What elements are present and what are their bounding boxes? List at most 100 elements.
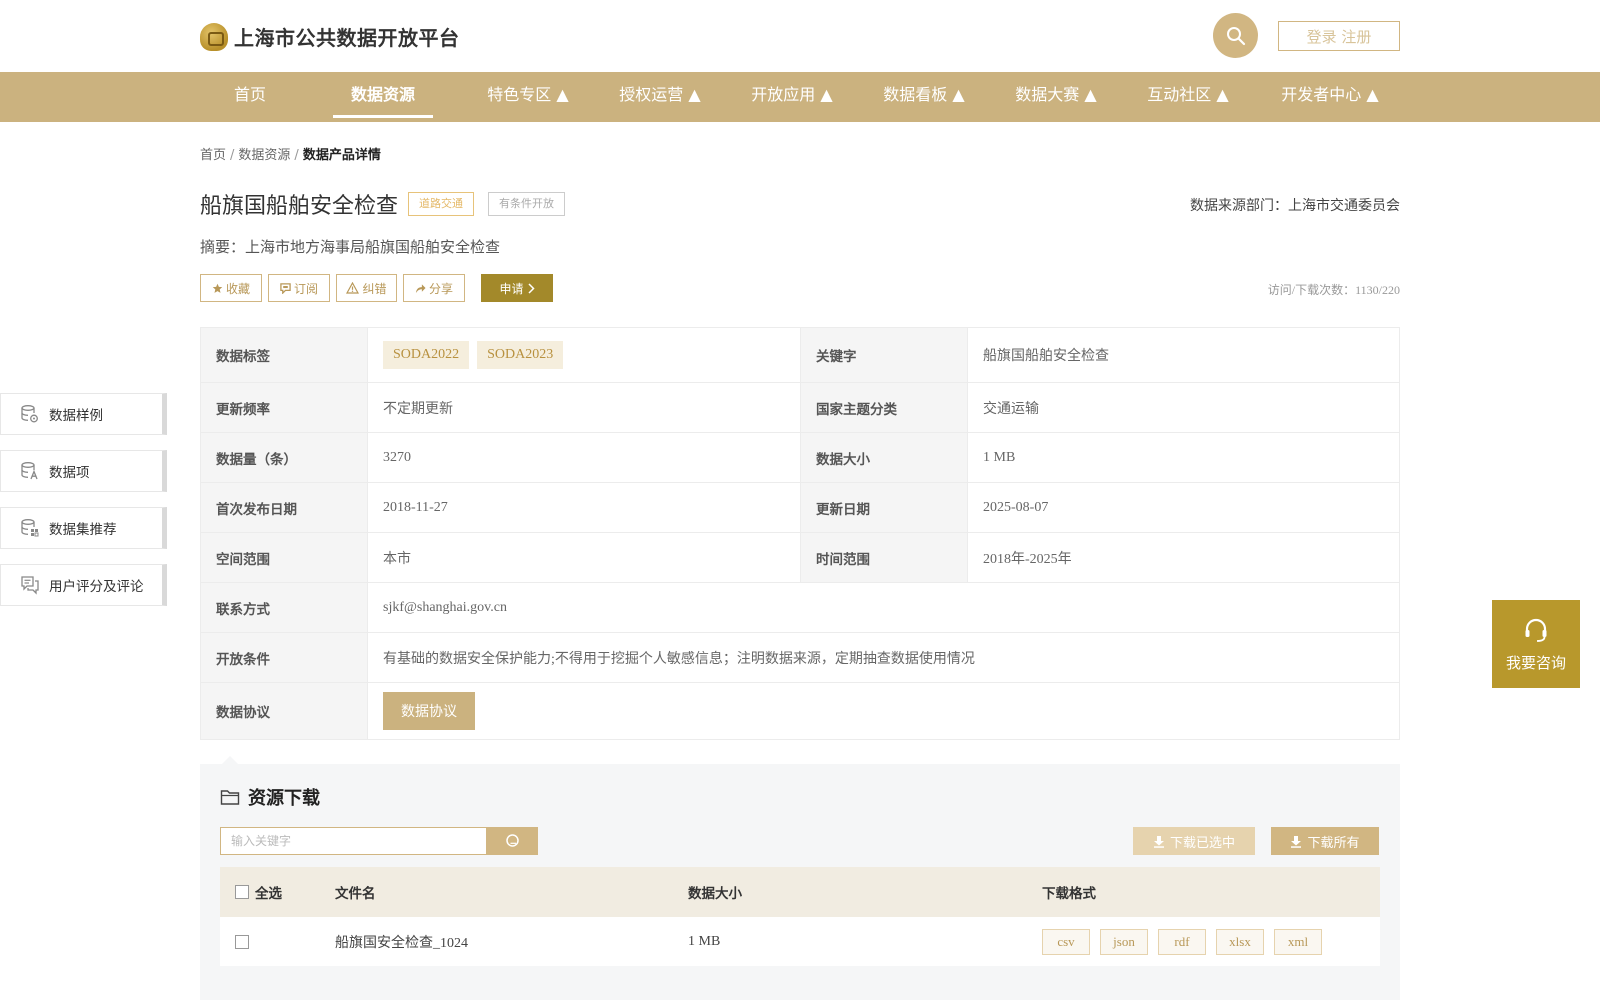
download-selected-button[interactable]: 下载已选中 (1133, 827, 1255, 855)
open-level-tag: 有条件开放 (488, 192, 565, 216)
database-recommend-icon (21, 519, 39, 537)
table-row: 船旗国安全检查_1024 1 MB csv json rdf xlsx xml (220, 917, 1380, 966)
side-item-ratings-comments[interactable]: 用户评分及评论 (0, 564, 167, 606)
format-rdf-button[interactable]: rdf (1158, 928, 1206, 955)
format-csv-button[interactable]: csv (1042, 928, 1090, 955)
info-row: 数据量（条） 3270 数据大小 1 MB (200, 432, 1400, 483)
star-icon (212, 283, 223, 293)
nav-item-data-resources[interactable]: 数据资源 (333, 72, 433, 122)
info-key: 开放条件 (200, 632, 368, 683)
contact-value[interactable]: sjkf@shanghai.gov.cn (367, 582, 1400, 633)
info-row: 数据标签 SODA2022 SODA2023 关键字 船旗国船舶安全检查 (200, 327, 1400, 383)
time-range-value: 2018年-2025年 (967, 532, 1400, 583)
apply-button[interactable]: 申请 (481, 274, 553, 302)
side-item-dataset-recommend[interactable]: 数据集推荐 (0, 507, 167, 549)
database-field-icon (21, 462, 38, 480)
column-header-format: 下载格式 (1042, 886, 1096, 902)
search-icon (505, 834, 519, 847)
info-key: 关键字 (800, 327, 968, 383)
info-row: 数据协议 数据协议 (200, 682, 1400, 740)
format-xlsx-button[interactable]: xlsx (1216, 928, 1264, 955)
breadcrumb: 首页 / 数据资源 / 数据产品详情 (200, 144, 381, 163)
info-key: 首次发布日期 (200, 482, 368, 533)
info-key: 数据协议 (200, 682, 368, 740)
side-item-data-sample[interactable]: 数据样例 (0, 393, 167, 435)
nav-item-data-dashboard[interactable]: 数据看板 ▲ (864, 72, 984, 122)
info-key: 数据大小 (800, 432, 968, 483)
comment-icon (21, 576, 39, 595)
nav-item-home[interactable]: 首页 (226, 72, 274, 122)
nav-item-community[interactable]: 互动社区 ▲ (1128, 72, 1248, 122)
top-header: 上海市公共数据开放平台 登录 注册 (0, 0, 1600, 72)
theme-value: 交通运输 (967, 382, 1400, 433)
logo-emblem-icon (200, 22, 228, 51)
site-title: 上海市公共数据开放平台 (234, 26, 460, 50)
protocol-cell: 数据协议 (367, 682, 1400, 740)
info-key: 数据标签 (200, 327, 368, 383)
search-button[interactable] (1213, 13, 1258, 58)
info-row: 空间范围 本市 时间范围 2018年-2025年 (200, 532, 1400, 583)
subscribe-label: 订阅 (293, 281, 318, 296)
dataset-info-table: 数据标签 SODA2022 SODA2023 关键字 船旗国船舶安全检查 更新频率… (200, 327, 1400, 740)
row-select-cell (235, 917, 249, 966)
download-icon (1291, 835, 1302, 848)
update-date-value: 2025-08-07 (967, 482, 1400, 533)
keyword-search-button[interactable] (487, 827, 538, 855)
data-tag-chip[interactable]: SODA2022 (383, 341, 470, 369)
row-checkbox[interactable] (235, 934, 249, 949)
format-json-button[interactable]: json (1100, 928, 1148, 955)
keyword-search-input[interactable] (220, 827, 487, 855)
login-register-button[interactable]: 登录 注册 (1278, 21, 1400, 51)
consult-button[interactable]: 我要咨询 (1492, 600, 1580, 688)
side-item-label: 数据项 (49, 465, 90, 481)
warning-icon (346, 282, 360, 294)
info-row: 更新频率 不定期更新 国家主题分类 交通运输 (200, 382, 1400, 433)
info-key: 时间范围 (800, 532, 968, 583)
report-error-button[interactable]: 纠错 (336, 274, 397, 302)
info-key: 数据量（条） (200, 432, 368, 483)
subscribe-button[interactable]: 订阅 (268, 274, 330, 302)
select-all-checkbox[interactable] (235, 885, 249, 899)
report-error-label: 纠错 (362, 281, 387, 296)
download-all-button[interactable]: 下载所有 (1271, 827, 1379, 855)
side-item-data-fields[interactable]: 数据项 (0, 450, 167, 492)
consult-label: 我要咨询 (1505, 653, 1566, 672)
data-size-value: 1 MB (967, 432, 1400, 483)
info-row: 联系方式 sjkf@shanghai.gov.cn (200, 582, 1400, 633)
data-protocol-button[interactable]: 数据协议 (383, 692, 475, 730)
info-row: 开放条件 有基础的数据安全保护能力;不得用于挖掘个人敏感信息；注明数据来源，定期… (200, 632, 1400, 683)
chevron-right-icon (527, 282, 535, 294)
info-key: 国家主题分类 (800, 382, 968, 433)
file-name: 船旗国安全检查_1024 (335, 935, 468, 951)
nav-item-authorized-ops[interactable]: 授权运营 ▲ (600, 72, 720, 122)
format-buttons: csv json rdf xlsx xml (1042, 917, 1332, 966)
dataset-summary: 摘要：上海市地方海事局船旗国船舶安全检查 (200, 238, 501, 256)
record-count-value: 3270 (367, 432, 801, 483)
breadcrumb-current: 数据产品详情 (302, 148, 381, 163)
nav-item-data-contest[interactable]: 数据大赛 ▲ (996, 72, 1116, 122)
resource-download-header: 资源下载 (220, 784, 320, 810)
nav-item-developer-center[interactable]: 开发者中心 ▲ (1260, 72, 1400, 122)
share-button[interactable]: 分享 (403, 274, 465, 302)
resource-download-title: 资源下载 (248, 788, 320, 809)
download-all-label: 下载所有 (1307, 835, 1360, 851)
data-tag-chip[interactable]: SODA2023 (477, 341, 564, 369)
visit-download-count: 访问/下载次数：1130/220 (1267, 283, 1400, 297)
breadcrumb-home-link[interactable]: 首页 (200, 148, 226, 163)
share-icon (415, 283, 426, 293)
site-logo[interactable]: 上海市公共数据开放平台 (200, 22, 460, 51)
download-selected-label: 下载已选中 (1169, 835, 1235, 851)
favorite-button[interactable]: 收藏 (200, 274, 262, 302)
select-all-label: 全选 (255, 886, 282, 902)
apply-label: 申请 (499, 281, 524, 296)
download-icon (1153, 835, 1164, 848)
favorite-label: 收藏 (225, 281, 250, 296)
select-all-cell: 全选 (235, 867, 282, 917)
headset-icon (1525, 618, 1547, 642)
nav-item-open-apps[interactable]: 开放应用 ▲ (732, 72, 852, 122)
first-publish-date-value: 2018-11-27 (367, 482, 801, 533)
format-xml-button[interactable]: xml (1274, 928, 1322, 955)
info-key: 更新日期 (800, 482, 968, 533)
breadcrumb-section-link[interactable]: 数据资源 (238, 148, 290, 163)
nav-item-special-zone[interactable]: 特色专区 ▲ (468, 72, 588, 122)
